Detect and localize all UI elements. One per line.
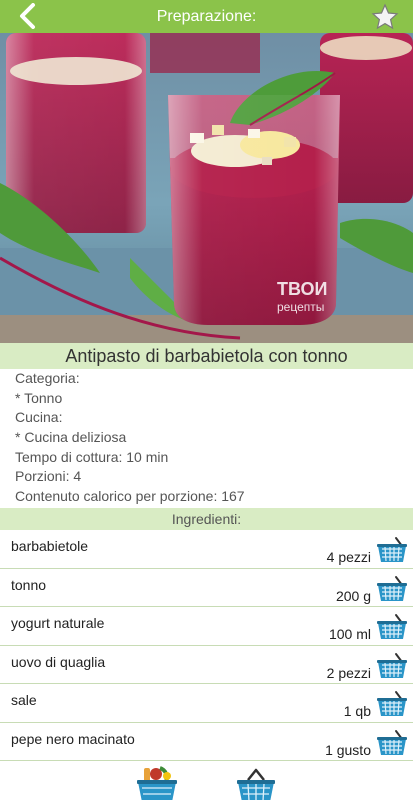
basket-icon[interactable] xyxy=(376,574,408,604)
ingredient-qty: 200 g xyxy=(335,587,371,604)
calories: Contenuto calorico per porzione: 167 xyxy=(15,488,245,505)
ingredient-row: sale 1 qb xyxy=(0,684,413,723)
basket-icon[interactable] xyxy=(376,651,408,681)
ingredient-row: yogurt naturale 100 ml xyxy=(0,607,413,646)
category-value: * Tonno xyxy=(15,389,63,406)
cuisine-value: * Cucina deliziosa xyxy=(15,429,127,446)
ingredient-qty: 4 pezzi xyxy=(326,549,371,565)
ingredient-row: barbabietole 4 pezzi xyxy=(0,530,413,569)
basket-icon[interactable] xyxy=(376,535,408,565)
ingredients-header: Ingredienti: xyxy=(0,508,413,530)
cooking-time: Tempo di cottura: 10 min xyxy=(15,448,169,465)
watermark-line1: ТВОИ xyxy=(277,279,327,299)
ingredient-qty: 100 ml xyxy=(328,626,371,642)
ingredient-qty: 1 gusto xyxy=(325,741,371,758)
recipe-title: Antipasto di barbabietola con tonno xyxy=(0,343,413,369)
ingredient-name: tonno xyxy=(11,576,47,593)
basket-icon[interactable] xyxy=(236,768,276,800)
top-bar: Preparazione: xyxy=(0,0,413,33)
grocery-basket-icon[interactable] xyxy=(136,766,178,800)
ingredient-name: sale xyxy=(11,692,37,708)
bottom-actions xyxy=(0,762,413,800)
servings: Porzioni: 4 xyxy=(15,468,82,485)
watermark-line2: рецепты xyxy=(277,300,324,314)
ingredient-name: barbabietole xyxy=(11,538,89,554)
ingredient-name: yogurt naturale xyxy=(11,615,105,631)
recipe-info: Categoria: * Tonno Cucina: * Cucina deli… xyxy=(15,369,405,507)
basket-icon[interactable] xyxy=(376,689,408,719)
ingredient-name: pepe nero macinato xyxy=(11,730,135,747)
basket-icon[interactable] xyxy=(376,612,408,642)
recipe-photo: ТВОИ рецепты xyxy=(0,33,413,343)
category-label: Categoria: xyxy=(15,370,80,386)
ingredient-row: uovo di quaglia 2 pezzi xyxy=(0,646,413,684)
ingredients-list: barbabietole 4 pezzi tonno 200 g yogurt … xyxy=(0,530,413,761)
basket-icon[interactable] xyxy=(376,728,408,758)
ingredient-qty: 2 pezzi xyxy=(326,664,371,681)
ingredient-row: tonno 200 g xyxy=(0,569,413,607)
favorite-button[interactable] xyxy=(371,3,399,31)
ingredient-name: uovo di quaglia xyxy=(11,653,106,670)
ingredient-row: pepe nero macinato 1 gusto xyxy=(0,723,413,761)
ingredient-qty: 1 qb xyxy=(343,703,371,719)
cuisine-label: Cucina: xyxy=(15,409,63,426)
star-icon xyxy=(371,3,399,30)
page-title: Preparazione: xyxy=(156,8,257,25)
